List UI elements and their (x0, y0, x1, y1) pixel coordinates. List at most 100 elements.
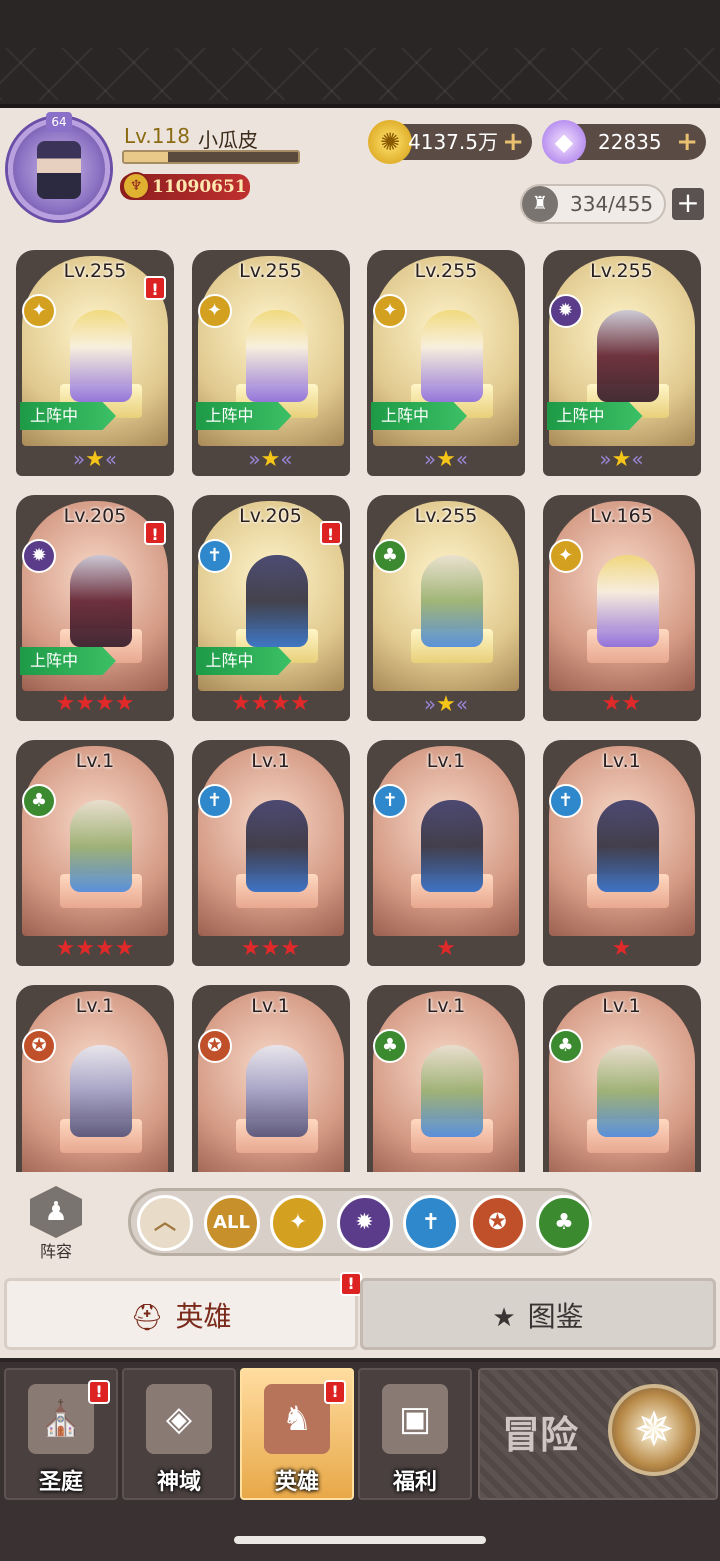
hero-sprite (70, 1045, 132, 1137)
hero-card[interactable]: Lv.255 ✦ 上阵中 »★« (367, 250, 525, 476)
water-faction-icon: ✝ (197, 784, 232, 818)
hero-stars: ★ (436, 936, 456, 961)
filter-beast[interactable]: ✪ (469, 1195, 526, 1251)
nav-court[interactable]: ⛪ 圣庭 ! (4, 1368, 118, 1500)
nav-welfare[interactable]: ▣ 福利 (358, 1368, 472, 1500)
filter-sort[interactable]: ︿ (137, 1195, 193, 1251)
add-gem-icon[interactable]: + (676, 124, 698, 160)
hero-level: Lv.1 (75, 750, 115, 772)
gem-currency[interactable]: ◆ 22835 + (542, 120, 706, 164)
light-faction-icon: ✦ (548, 539, 583, 573)
crystal-altar-icon: ◈ (146, 1384, 212, 1454)
nature-faction-icon: ♣ (548, 1029, 583, 1063)
tab-codex[interactable]: ★ 图鉴 (360, 1278, 716, 1350)
filter-nature[interactable]: ♣ (536, 1195, 592, 1251)
hero-card[interactable]: Lv.255 ✹ 上阵中 »★« (542, 250, 701, 476)
bottom-nav: ⛪ 圣庭 ! ◈ 神域 ♞ 英雄 ! ▣ 福利 冒险 ✵ (0, 1358, 720, 1561)
hero-card-backdrop (373, 501, 519, 691)
hero-card-backdrop (373, 746, 519, 936)
book-star-icon: ★ (492, 1303, 516, 1333)
hero-card[interactable]: Lv.1 ✪ (16, 985, 174, 1172)
avatar-portrait (37, 141, 81, 199)
hero-sprite (596, 310, 659, 402)
hero-level: Lv.1 (602, 995, 641, 1017)
water-faction-icon: ✝ (548, 784, 583, 818)
hero-card[interactable]: Lv.1 ✝ ★★★ (191, 740, 350, 966)
xp-fill (124, 152, 168, 162)
adventure-label: 冒险 (502, 1413, 579, 1457)
hero-sprite (245, 555, 308, 647)
hero-level: Lv.1 (75, 995, 115, 1017)
hero-level: Lv.1 (602, 750, 641, 772)
hero-card[interactable]: Lv.205 ✝! 上阵中 ★★★★ (191, 495, 350, 721)
hero-stars: »★« (72, 447, 118, 472)
top-banner (0, 0, 720, 108)
hero-card[interactable]: Lv.1 ♣ (542, 985, 701, 1172)
filter-water[interactable]: ✝ (403, 1195, 459, 1251)
hero-card[interactable]: Lv.1 ✝ ★ (542, 740, 701, 966)
nav-divine[interactable]: ◈ 神域 (122, 1368, 236, 1500)
hero-stars: ★ (611, 936, 632, 961)
hero-sprite (245, 1045, 308, 1137)
player-avatar[interactable] (8, 118, 110, 220)
pawn-icon: ♟ (30, 1186, 82, 1238)
lineup-button[interactable]: ♟ 阵容 (24, 1186, 88, 1261)
hero-level: Lv.255 (414, 505, 478, 527)
nav-hero[interactable]: ♞ 英雄 ! (240, 1368, 354, 1500)
deployed-tag: 上阵中 (371, 402, 467, 430)
hero-sprite (596, 1045, 659, 1137)
hero-sprite (596, 800, 659, 892)
hero-card-backdrop (197, 991, 344, 1172)
water-faction-icon: ✝ (197, 539, 232, 573)
gold-coin-icon: ✺ (368, 120, 412, 164)
hero-stars: »★« (248, 447, 293, 472)
view-tabs: ⛑ 英雄 ! ★ 图鉴 (0, 1270, 720, 1356)
adventure-button[interactable]: 冒险 ✵ (478, 1368, 718, 1500)
hero-stars: ★★★★ (55, 691, 135, 716)
hero-stars: »★« (423, 692, 469, 717)
hero-card-backdrop (548, 746, 695, 936)
tab-hero[interactable]: ⛑ 英雄 (4, 1278, 358, 1350)
gold-currency[interactable]: ✺ 4137.5万 + (368, 120, 532, 164)
hero-stars: ★★★★ (231, 691, 310, 716)
tab-codex-label: 图鉴 (527, 1300, 584, 1333)
hero-card[interactable]: Lv.165 ✦ ★★ (542, 495, 701, 721)
hero-card-backdrop (373, 991, 519, 1172)
xp-bar (122, 150, 300, 164)
filter-light[interactable]: ✦ (270, 1195, 326, 1251)
deployed-tag: 上阵中 (195, 402, 292, 430)
hero-alert-badge: ! (144, 521, 166, 545)
hero-card[interactable]: Lv.255 ♣ »★« (367, 495, 525, 721)
filter-dark[interactable]: ✹ (336, 1195, 393, 1251)
hero-sprite (245, 310, 308, 402)
nav-welfare-label: 福利 (392, 1470, 437, 1495)
hero-card[interactable]: Lv.205 ✹! 上阵中 ★★★★ (16, 495, 174, 721)
power-icon: ♆ (122, 172, 150, 200)
expand-capacity-button[interactable]: + (672, 188, 704, 220)
hero-card[interactable]: Lv.1 ✪ (191, 985, 350, 1172)
nav-divine-label: 神域 (156, 1470, 201, 1495)
hero-card[interactable]: Lv.1 ♣ (367, 985, 525, 1172)
hero-card-backdrop (22, 991, 168, 1172)
hero-sprite (596, 555, 659, 647)
hero-level: Lv.255 (239, 260, 302, 282)
dark-faction-icon: ✹ (22, 539, 56, 573)
hero-stars: »★« (423, 447, 469, 472)
hero-card[interactable]: Lv.255 ✦ 上阵中 »★« (191, 250, 350, 476)
add-gold-icon[interactable]: + (502, 124, 524, 160)
hero-sprite (70, 310, 132, 402)
home-indicator[interactable] (234, 1536, 486, 1544)
castle-icon: ⛪ (28, 1384, 94, 1454)
hero-sprite (245, 800, 308, 892)
hero-sprite (70, 555, 132, 647)
player-level: Lv.118 (124, 124, 190, 148)
hero-card[interactable]: Lv.255 ✦! 上阵中 »★« (16, 250, 174, 476)
diamond-icon: ◆ (542, 120, 586, 164)
hero-card-backdrop (548, 991, 695, 1172)
helmet-icon: ⛑ (130, 1303, 164, 1333)
filter-all[interactable]: ALL (203, 1195, 260, 1251)
deployed-tag: 上阵中 (20, 647, 116, 675)
hero-card[interactable]: Lv.1 ♣ ★★★★ (16, 740, 174, 966)
horned-helmet-icon: ♞ (264, 1384, 330, 1454)
hero-card[interactable]: Lv.1 ✝ ★ (367, 740, 525, 966)
